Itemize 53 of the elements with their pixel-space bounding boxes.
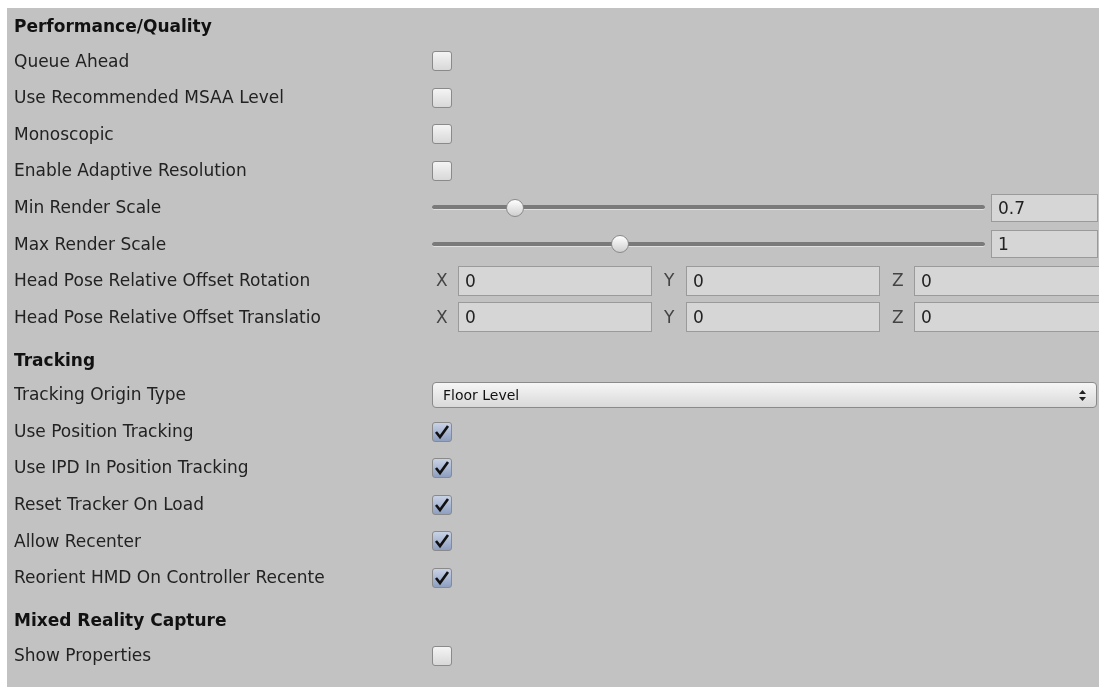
axis-label: Z bbox=[892, 305, 905, 329]
field-label: Enable Adaptive Resolution bbox=[14, 160, 247, 181]
field-label: Min Render Scale bbox=[14, 196, 162, 217]
number-field[interactable]: 0 bbox=[686, 302, 880, 333]
checkbox[interactable] bbox=[432, 421, 452, 442]
checkbox[interactable] bbox=[432, 494, 452, 515]
field-label: Use Recommended MSAA Level bbox=[14, 87, 284, 108]
checkmark-icon bbox=[434, 460, 450, 477]
field-label: Head Pose Relative Offset Translatio bbox=[14, 306, 321, 327]
field-label: Reorient HMD On Controller Recente bbox=[14, 567, 325, 588]
checkbox[interactable] bbox=[432, 51, 452, 72]
checkmark-icon bbox=[434, 423, 450, 440]
number-field[interactable]: 0 bbox=[458, 265, 652, 296]
field-label: Reset Tracker On Load bbox=[14, 494, 204, 515]
axis-label: X bbox=[436, 269, 449, 293]
section-heading: Performance/Quality bbox=[14, 14, 212, 38]
number-field[interactable]: 0 bbox=[686, 265, 880, 296]
checkmark-icon bbox=[434, 496, 450, 513]
field-label: Monoscopic bbox=[14, 123, 114, 144]
axis-label: Z bbox=[892, 269, 905, 293]
checkbox[interactable] bbox=[432, 531, 452, 552]
field-label: Head Pose Relative Offset Rotation bbox=[14, 270, 311, 291]
checkbox[interactable] bbox=[432, 124, 452, 145]
field-label: Allow Recenter bbox=[14, 530, 141, 551]
axis-label: Y bbox=[664, 269, 676, 293]
dropdown[interactable]: Floor Level bbox=[432, 382, 1097, 409]
checkmark-icon bbox=[434, 533, 450, 550]
checkbox[interactable] bbox=[432, 161, 452, 182]
slider-thumb[interactable] bbox=[611, 235, 629, 254]
number-field[interactable]: 0 bbox=[914, 265, 1099, 296]
slider-thumb[interactable] bbox=[505, 198, 524, 217]
field-label: Tracking Origin Type bbox=[14, 384, 186, 405]
section-heading: Mixed Reality Capture bbox=[14, 609, 227, 633]
updown-caret-icon bbox=[1079, 389, 1086, 401]
checkmark-icon bbox=[434, 570, 450, 586]
value-field[interactable]: 1 bbox=[991, 230, 1098, 259]
checkbox[interactable] bbox=[432, 645, 452, 666]
checkbox[interactable] bbox=[432, 458, 452, 479]
field-label: Use Position Tracking bbox=[14, 420, 194, 441]
field-label: Show Properties bbox=[14, 644, 152, 665]
number-field[interactable]: 0 bbox=[914, 302, 1099, 333]
number-field[interactable]: 0 bbox=[458, 302, 652, 333]
field-label: Use IPD In Position Tracking bbox=[14, 457, 249, 478]
checkbox[interactable] bbox=[432, 87, 452, 108]
value-field[interactable]: 0.7 bbox=[991, 193, 1098, 222]
slider-track[interactable] bbox=[432, 234, 985, 255]
axis-label: Y bbox=[664, 305, 676, 329]
axis-label: X bbox=[436, 305, 449, 329]
section-heading: Tracking bbox=[14, 348, 96, 372]
field-label: Queue Ahead bbox=[14, 50, 130, 71]
slider-track[interactable] bbox=[432, 197, 985, 218]
checkbox[interactable] bbox=[432, 568, 452, 588]
field-label: Max Render Scale bbox=[14, 233, 167, 254]
